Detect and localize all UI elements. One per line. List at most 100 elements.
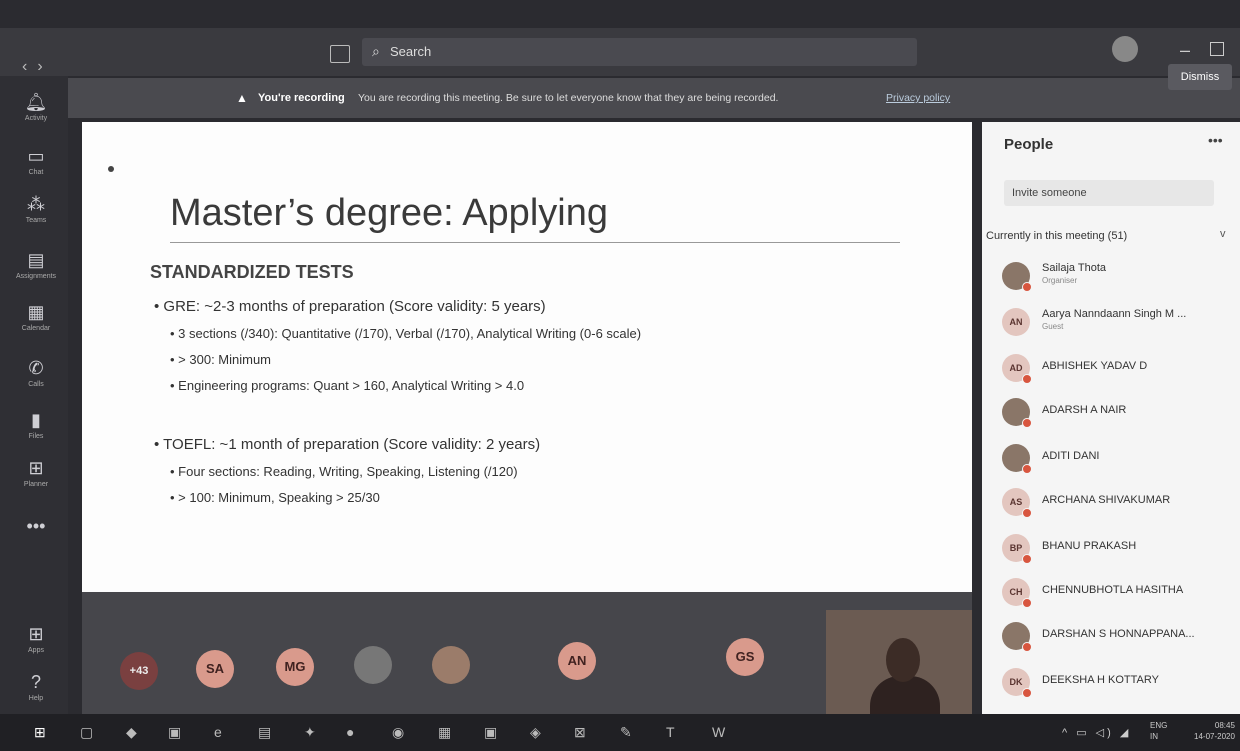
privacy-policy-link[interactable]: Privacy policy [886, 92, 950, 104]
rail-calls[interactable]: ✆ Calls [14, 356, 58, 400]
edge-icon[interactable]: e [214, 724, 222, 740]
firefox-icon[interactable]: ● [346, 724, 354, 740]
start-icon[interactable]: ⊞ [34, 724, 46, 741]
language-indicator[interactable]: ENG IN [1150, 720, 1167, 742]
participant-name: ABHISHEK YADAV D [1042, 360, 1148, 372]
participant-tile[interactable]: GS [726, 638, 764, 676]
slide-section: STANDARDIZED TESTS [150, 262, 354, 282]
more-apps-button[interactable]: ••• [14, 514, 58, 558]
rail-label: Apps [28, 647, 44, 654]
participant-tile[interactable]: MG [276, 648, 314, 686]
compose-icon[interactable] [330, 45, 350, 63]
participant-row[interactable]: BP BHANU PRAKASH [1002, 532, 1238, 566]
current-meeting-label[interactable]: Currently in this meeting (51) [986, 230, 1127, 242]
people-panel: People ••• Invite someone Currently in t… [982, 122, 1240, 720]
slide-bullet-dot [108, 166, 114, 172]
participant-tile[interactable]: AN [558, 642, 596, 680]
status-dot [1022, 282, 1032, 292]
rail-help[interactable]: ? Help [14, 670, 58, 714]
rail-apps[interactable]: ⊞ Apps [14, 622, 58, 666]
minimize-icon[interactable]: – [1180, 40, 1190, 61]
slide-gre-sub-3: • Engineering programs: Quant > 160, Ana… [170, 378, 525, 393]
status-dot [1022, 598, 1032, 608]
ellipsis-icon: ••• [26, 516, 46, 536]
rail-teams[interactable]: ⁂ Teams [14, 192, 58, 236]
participant-name: BHANU PRAKASH [1042, 540, 1137, 552]
taskbar-app-icon[interactable]: ▣ [168, 724, 181, 741]
participant-row[interactable]: AS ARCHANA SHIVAKUMAR [1002, 486, 1238, 520]
invite-input[interactable]: Invite someone [1004, 180, 1214, 206]
search-icon: ⌕ [372, 43, 380, 59]
teams-icon: ⁂ [27, 194, 45, 214]
participant-row[interactable]: CH CHENNUBHOTLA HASITHA [1002, 576, 1238, 610]
slide-title-rule [170, 242, 900, 243]
phone-icon: ✆ [28, 358, 44, 378]
participant-row[interactable]: ADARSH A NAIR [1002, 396, 1238, 430]
slide-toefl-sub-2: • > 100: Minimum, Speaking > 25/30 [170, 490, 380, 505]
slide-toefl-sub-1: • Four sections: Reading, Writing, Speak… [170, 464, 518, 479]
rail-chat[interactable]: ▭ Chat [14, 144, 58, 188]
taskbar-app-icon[interactable]: ◈ [530, 724, 541, 741]
rail-planner[interactable]: ⊞ Planner [14, 456, 58, 500]
chevron-down-icon[interactable]: v [1220, 228, 1226, 240]
files-icon: ▮ [31, 410, 41, 430]
taskbar-app-icon[interactable]: ◆ [126, 724, 137, 741]
system-tray[interactable]: ^ ▭ ◁) ◢ [1062, 726, 1131, 739]
task-view-icon[interactable]: ▢ [80, 724, 93, 741]
status-dot [1022, 374, 1032, 384]
planner-icon: ⊞ [28, 458, 44, 478]
gre-sub-text: > 300: Minimum [178, 352, 272, 367]
self-video-preview[interactable] [826, 610, 972, 716]
taskbar-app-icon[interactable]: ▣ [484, 724, 497, 741]
taskbar-app-icon[interactable]: ▦ [438, 724, 451, 741]
slide-gre-sub-1: • 3 sections (/340): Quantitative (/170)… [170, 326, 642, 341]
status-dot [1022, 554, 1032, 564]
participant-name: DARSHAN S HONNAPPANA... [1042, 628, 1195, 640]
taskbar-app-icon[interactable]: ⊠ [574, 724, 586, 741]
recording-title: You're recording [258, 92, 345, 104]
profile-avatar[interactable] [1112, 36, 1138, 62]
chrome-icon[interactable]: ◉ [392, 724, 404, 741]
teams-taskbar-icon[interactable]: T [666, 724, 675, 740]
participant-role: Guest [1042, 322, 1064, 331]
participant-photo-tile[interactable] [354, 646, 392, 684]
maximize-icon[interactable] [1210, 42, 1224, 56]
toefl-text: TOEFL: ~1 month of preparation (Score va… [163, 436, 541, 453]
bell-icon: 🔔︎ [24, 92, 48, 112]
lang-code: ENG [1150, 721, 1168, 730]
overflow-participants[interactable]: +43 [120, 652, 158, 690]
rail-label: Teams [25, 217, 47, 224]
participant-name: ARCHANA SHIVAKUMAR [1042, 494, 1171, 506]
participant-row[interactable]: ADITI DANI [1002, 442, 1238, 476]
participant-row[interactable]: AN Aarya Nanndaann Singh M ... Guest [1002, 306, 1238, 340]
participant-photo-tile[interactable] [432, 646, 470, 684]
store-icon[interactable]: ▤ [258, 724, 271, 741]
clock-date: 14-07-2020 [1194, 732, 1235, 741]
rail-assignments[interactable]: ▤ Assignments [14, 248, 58, 292]
clock-time: 08:45 [1214, 721, 1235, 730]
taskbar-app-icon[interactable]: ✦ [304, 724, 316, 741]
back-icon[interactable]: ‹ [22, 58, 37, 75]
clock[interactable]: 08:45 14-07-2020 [1194, 720, 1235, 742]
rail-calendar[interactable]: ▦ Calendar [14, 300, 58, 344]
gre-text: GRE: ~2-3 months of preparation (Score v… [163, 298, 546, 315]
word-taskbar-icon[interactable]: W [712, 724, 725, 740]
more-options-icon[interactable]: ••• [1208, 132, 1223, 148]
rail-files[interactable]: ▮ Files [14, 408, 58, 452]
taskbar-app-icon[interactable]: ✎ [620, 724, 632, 741]
calendar-icon: ▦ [27, 302, 45, 322]
slide-toefl-line: • TOEFL: ~1 month of preparation (Score … [154, 436, 541, 453]
participant-role: Organiser [1042, 276, 1078, 285]
avatar: AN [1002, 308, 1030, 336]
participant-row[interactable]: DK DEEKSHA H KOTTARY [1002, 666, 1238, 700]
gre-sub-text: 3 sections (/340): Quantitative (/170), … [178, 326, 642, 341]
forward-icon[interactable]: › [37, 58, 52, 75]
rail-activity[interactable]: 🔔︎ Activity [14, 90, 58, 134]
participant-row[interactable]: DARSHAN S HONNAPPANA... [1002, 620, 1238, 654]
apps-icon: ⊞ [28, 624, 44, 644]
participant-row[interactable]: Sailaja Thota Organiser [1002, 260, 1238, 294]
dismiss-button[interactable]: Dismiss [1168, 64, 1232, 90]
search-input[interactable]: ⌕ Search [362, 38, 917, 66]
participant-tile[interactable]: SA [196, 650, 234, 688]
participant-row[interactable]: AD ABHISHEK YADAV D [1002, 352, 1238, 386]
